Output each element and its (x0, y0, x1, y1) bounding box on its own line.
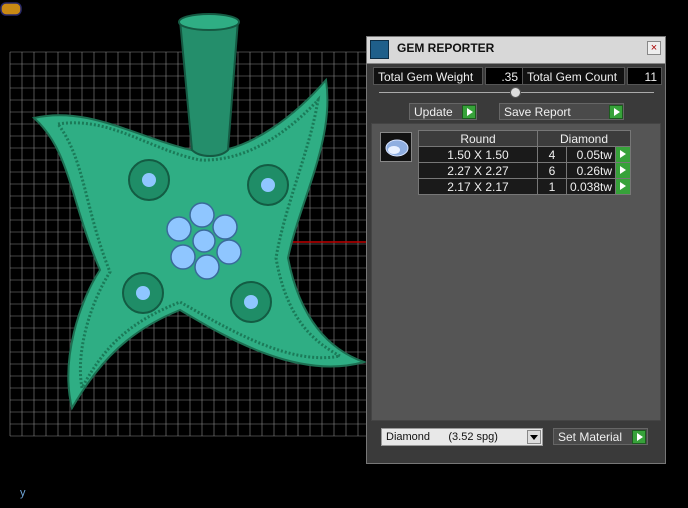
gem (244, 295, 258, 309)
flower-setting-bottom-left (122, 272, 164, 314)
slider-knob[interactable] (510, 87, 521, 98)
total-count-value: 11 (627, 67, 662, 85)
set-material-button[interactable]: Set Material (553, 428, 648, 445)
bail-top (178, 13, 240, 31)
table-row: 2.17 X 2.17 1 0.038tw (418, 178, 632, 195)
row-go-button[interactable] (615, 178, 632, 195)
header-shape: Round (418, 130, 538, 147)
panel-title: GEM REPORTER (397, 41, 495, 55)
set-material-go-icon (632, 430, 646, 444)
total-count-row: Total Gem Count 11 (522, 67, 662, 85)
gem-list-area: Round Diamond 1.50 X 1.50 4 0.05tw 2.27 … (371, 123, 661, 421)
gem-weight: 0.05tw (565, 146, 617, 163)
gem (142, 173, 156, 187)
diamond-thumbnail[interactable] (380, 132, 412, 162)
gem (261, 178, 275, 192)
close-button[interactable]: × (647, 41, 661, 55)
save-report-label: Save Report (504, 105, 571, 119)
row-go-button[interactable] (615, 162, 632, 179)
gem-size: 2.17 X 2.17 (418, 178, 538, 195)
save-report-go-icon (609, 105, 623, 119)
material-selected-value: Diamond (3.52 spg) (386, 431, 498, 443)
header-material: Diamond (536, 130, 632, 147)
toolbar-badge-icon[interactable] (0, 0, 22, 18)
chevron-down-icon[interactable] (527, 430, 541, 444)
axis-label-y: y (20, 487, 26, 499)
diamond-icon (385, 139, 409, 157)
gem-count: 6 (537, 162, 567, 179)
gem-reporter-panel: GEM REPORTER × Total Gem Weight .35 Tota… (366, 36, 666, 464)
total-weight-value: .35 (485, 67, 523, 85)
gem-weight: 0.26tw (565, 162, 617, 179)
gem-count: 1 (537, 178, 567, 195)
gem-weight: 0.038tw (565, 178, 617, 195)
gem (136, 286, 150, 300)
update-go-icon (462, 105, 476, 119)
total-weight-label: Total Gem Weight (373, 67, 483, 85)
gem-table: Round Diamond 1.50 X 1.50 4 0.05tw 2.27 … (418, 130, 632, 195)
pendant-bail (178, 14, 240, 157)
flower-setting-top-right (247, 164, 289, 206)
gem-table-header: Round Diamond (418, 130, 632, 147)
total-count-label: Total Gem Count (522, 67, 625, 85)
title-bar[interactable]: GEM REPORTER × (367, 37, 665, 64)
update-button[interactable]: Update (409, 103, 477, 120)
flower-setting-top-left (128, 159, 170, 201)
table-row: 2.27 X 2.27 6 0.26tw (418, 162, 632, 179)
gem-reporter-icon (370, 40, 389, 59)
set-material-label: Set Material (558, 430, 623, 444)
gem-count: 4 (537, 146, 567, 163)
total-weight-row: Total Gem Weight .35 (373, 67, 523, 85)
gem-size: 1.50 X 1.50 (418, 146, 538, 163)
material-select[interactable]: Diamond (3.52 spg) (381, 428, 543, 446)
save-report-button[interactable]: Save Report (499, 103, 624, 120)
update-button-label: Update (414, 105, 453, 119)
table-row: 1.50 X 1.50 4 0.05tw (418, 146, 632, 163)
flower-setting-bottom-right (230, 281, 272, 323)
gem-size: 2.27 X 2.27 (418, 162, 538, 179)
row-go-button[interactable] (615, 146, 632, 163)
